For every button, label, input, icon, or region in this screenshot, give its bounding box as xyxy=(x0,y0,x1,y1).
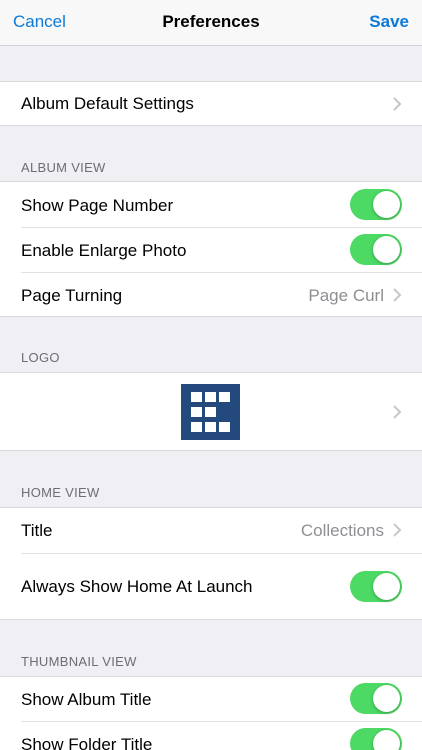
album-default-settings-label: Album Default Settings xyxy=(21,94,194,113)
chevron-right-icon xyxy=(393,405,402,419)
show-album-title-toggle[interactable] xyxy=(350,683,402,714)
show-page-number-toggle[interactable] xyxy=(350,189,402,220)
page-turning-label: Page Turning xyxy=(21,286,123,305)
home-title-value: Collections xyxy=(300,521,384,540)
show-folder-title-row: Show Folder Title xyxy=(0,722,422,750)
enable-enlarge-photo-toggle[interactable] xyxy=(350,234,402,265)
always-show-home-label: Always Show Home At Launch xyxy=(21,577,253,596)
show-folder-title-label: Show Folder Title xyxy=(21,735,153,750)
chevron-right-icon xyxy=(393,288,402,302)
home-view-group: Title Collections Always Show Home At La… xyxy=(0,507,422,620)
toggle-knob xyxy=(373,191,400,218)
chevron-right-icon xyxy=(393,523,402,537)
navigation-bar: Cancel Preferences Save xyxy=(0,0,422,46)
thumbnail-view-group: Show Album Title Show Folder Title xyxy=(0,676,422,750)
album-default-settings-row[interactable]: Album Default Settings xyxy=(0,81,422,126)
logo-row[interactable] xyxy=(0,372,422,451)
home-title-row[interactable]: Title Collections xyxy=(0,508,422,553)
toggle-knob xyxy=(373,685,400,712)
show-album-title-row: Show Album Title xyxy=(0,677,422,721)
enable-enlarge-photo-row: Enable Enlarge Photo xyxy=(0,228,422,272)
app-logo xyxy=(181,384,240,440)
toggle-knob xyxy=(373,573,400,600)
show-folder-title-toggle[interactable] xyxy=(350,728,402,750)
home-title-label: Title xyxy=(21,521,53,540)
show-page-number-row: Show Page Number xyxy=(0,182,422,227)
toggle-knob xyxy=(373,236,400,263)
logo-header: LOGO xyxy=(21,350,60,365)
page-title: Preferences xyxy=(162,12,260,31)
enable-enlarge-photo-label: Enable Enlarge Photo xyxy=(21,241,187,260)
album-view-group: Show Page Number Enable Enlarge Photo Pa… xyxy=(0,181,422,317)
always-show-home-toggle[interactable] xyxy=(350,571,402,602)
always-show-home-row: Always Show Home At Launch xyxy=(0,554,422,620)
show-album-title-label: Show Album Title xyxy=(21,690,152,709)
show-page-number-label: Show Page Number xyxy=(21,196,174,215)
home-view-header: HOME VIEW xyxy=(21,485,100,500)
toggle-knob xyxy=(373,730,400,750)
album-view-header: ALBUM VIEW xyxy=(21,160,106,175)
thumbnail-view-header: THUMBNAIL VIEW xyxy=(21,654,137,669)
page-turning-row[interactable]: Page Turning Page Curl xyxy=(0,273,422,317)
save-button[interactable]: Save xyxy=(369,12,409,32)
chevron-right-icon xyxy=(393,97,402,111)
page-turning-value: Page Curl xyxy=(308,286,384,305)
